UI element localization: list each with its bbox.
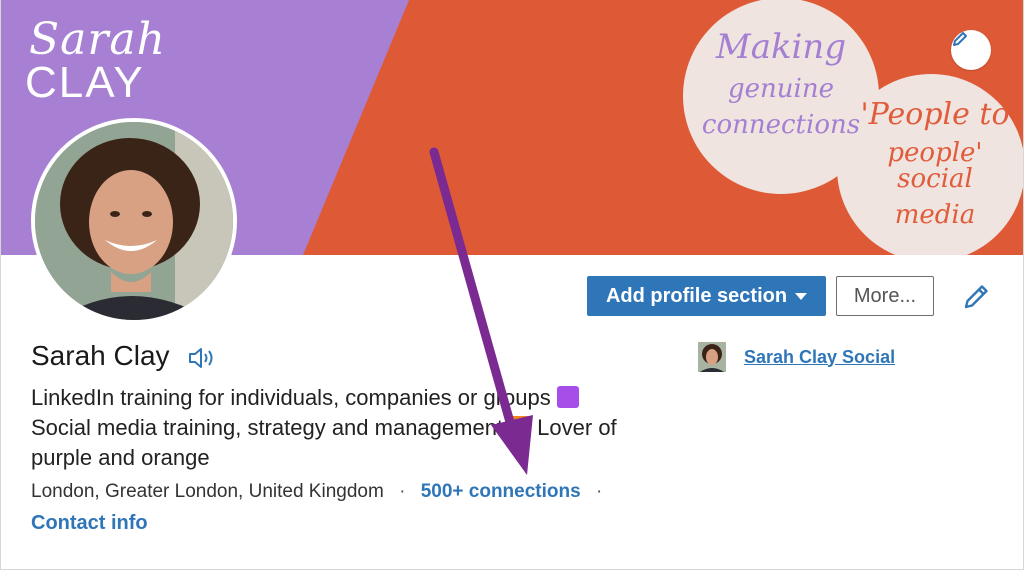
profile-card: Sarah CLAY Making genuine connections 'P… bbox=[0, 0, 1024, 570]
tagline-1-line-1: Making bbox=[715, 27, 847, 67]
avatar-portrait bbox=[35, 122, 233, 320]
logo-block-text: CLAY bbox=[25, 58, 145, 107]
location-line: London, Greater London, United Kingdom ·… bbox=[31, 481, 612, 503]
contact-info-link[interactable]: Contact info bbox=[31, 512, 148, 535]
banner-tagline-1: Making genuine connections bbox=[691, 30, 871, 138]
headline-part-3: Lover of bbox=[537, 415, 617, 440]
name-pronunciation-button[interactable] bbox=[187, 345, 217, 371]
headline-part-1: LinkedIn training for individuals, compa… bbox=[31, 385, 551, 410]
company-name-link[interactable]: Sarah Clay Social bbox=[744, 347, 895, 368]
caret-down-icon bbox=[795, 292, 808, 300]
profile-headline: LinkedIn training for individuals, compa… bbox=[31, 383, 671, 473]
tagline-1-line-2: genuine bbox=[728, 74, 834, 104]
location-text: London, Greater London, United Kingdom bbox=[31, 481, 384, 502]
headline-part-2: Social media training, strategy and mana… bbox=[31, 415, 504, 440]
profile-photo[interactable] bbox=[31, 118, 237, 324]
speaker-icon bbox=[189, 348, 213, 368]
edit-intro-button[interactable] bbox=[959, 280, 993, 314]
more-button[interactable]: More... bbox=[836, 276, 934, 316]
company-logo-image bbox=[698, 342, 726, 372]
profile-name: Sarah Clay bbox=[31, 340, 170, 371]
company-logo bbox=[698, 342, 726, 372]
current-company[interactable]: Sarah Clay Social bbox=[698, 342, 895, 372]
headline-part-4: purple and orange bbox=[31, 445, 210, 470]
tagline-1-line-3: connections bbox=[701, 110, 861, 140]
orange-square-icon bbox=[509, 416, 532, 438]
separator-dot: · bbox=[399, 481, 406, 502]
tagline-2-line-2: people' social bbox=[887, 138, 983, 194]
tagline-2-line-3: media bbox=[894, 200, 976, 230]
banner-tagline-2: 'People to people' social media bbox=[849, 97, 1021, 230]
pencil-icon bbox=[964, 285, 988, 309]
separator-dot: · bbox=[595, 481, 603, 502]
add-profile-section-button[interactable]: Add profile section bbox=[587, 276, 826, 316]
edit-cover-button[interactable] bbox=[951, 30, 991, 70]
connections-link[interactable]: 500+ connections bbox=[421, 481, 581, 502]
tagline-2-line-1: 'People to bbox=[860, 97, 1010, 132]
pencil-icon bbox=[953, 32, 967, 46]
add-profile-section-label: Add profile section bbox=[605, 284, 788, 307]
purple-square-icon bbox=[556, 386, 579, 408]
